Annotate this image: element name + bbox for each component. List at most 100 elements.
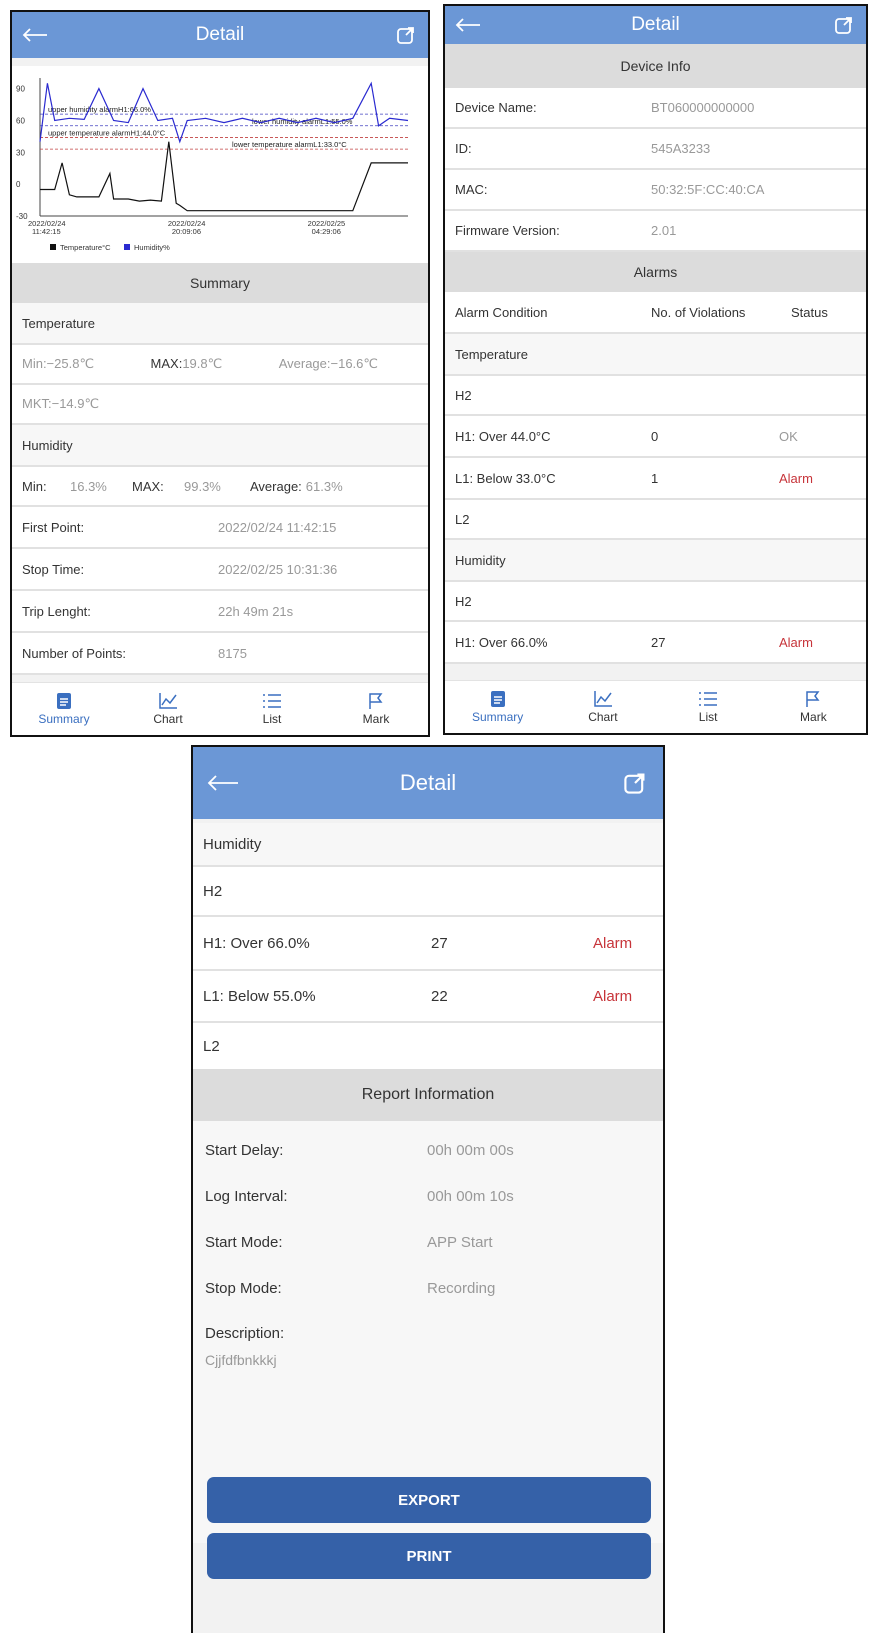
y-tick-label: 60 [16, 116, 25, 125]
temp-l1-row: L1: Below 33.0°C 1 Alarm [445, 458, 866, 500]
info-row-first-point: First Point: 2022/02/24 11:42:15 [12, 507, 428, 549]
top-bar: Detail [193, 747, 663, 819]
alarm-count: 22 [431, 987, 448, 1005]
y-tick-label: 30 [16, 148, 25, 157]
temp-h2-row: H2 [445, 376, 866, 416]
col-status: Status [791, 304, 828, 320]
alarm-threshold-label: upper temperature alarmH1:44.0°C [48, 128, 166, 137]
report-screen: Detail Humidity H2 H1: Over 66.0% 27 Ala… [191, 745, 665, 1633]
alarm-condition: H1: Over 66.0% [203, 934, 310, 952]
device-row-id: ID: 545A3233 [445, 129, 866, 170]
legend-humidity-label: Humidity% [134, 243, 170, 252]
info-value: 8175 [218, 645, 247, 661]
humidity-header: Humidity [12, 425, 428, 467]
description-label: Description: [205, 1325, 285, 1342]
list-icon [263, 694, 281, 708]
legend-humidity-swatch [124, 244, 130, 250]
temperature-stats-row: Min:−25.8℃ MAX:19.8℃ Average:−16.6℃ [12, 345, 428, 385]
device-value: 50:32:5F:CC:40:CA [651, 182, 765, 197]
nav-chart[interactable]: Chart [550, 681, 655, 733]
hum-l1-row: L1: Below 55.0% 22 Alarm [193, 971, 663, 1023]
alarms-header: Alarms [445, 252, 866, 292]
nav-mark[interactable]: Mark [761, 681, 866, 733]
report-label: Log Interval: [205, 1187, 288, 1205]
temperature-humidity-chart[interactable]: 90 60 30 0 -30 2022/02/24 11:42:15 2022/02/24 20… [12, 66, 428, 263]
x-tick-time: 20:09:06 [172, 227, 201, 236]
device-label: Firmware Version: [455, 223, 560, 238]
col-alarm-condition: Alarm Condition [455, 304, 548, 320]
device-value: BT060000000000 [651, 100, 755, 115]
temp-max: MAX:19.8℃ [151, 356, 223, 372]
alarm-count: 27 [651, 634, 666, 650]
report-label: Start Mode: [205, 1233, 283, 1251]
y-tick-label: 0 [16, 180, 21, 189]
alarm-status: Alarm [779, 634, 813, 650]
alarm-condition: L1: Below 33.0°C [455, 470, 556, 486]
page-title: Detail [195, 24, 245, 45]
alarm-count: 1 [651, 470, 659, 486]
back-arrow-icon[interactable] [22, 12, 48, 58]
info-value: 2022/02/25 10:31:36 [218, 561, 338, 577]
bottom-nav: Summary Chart List Mark [445, 680, 866, 733]
nav-summary[interactable]: Summary [12, 683, 116, 735]
page-title: Detail [399, 770, 457, 795]
nav-list[interactable]: List [220, 683, 324, 735]
alarm-status: Alarm [593, 987, 633, 1005]
device-row-mac: MAC: 50:32:5F:CC:40:CA [445, 170, 866, 211]
temp-max-label: MAX: [150, 356, 183, 371]
summary-icon [57, 693, 71, 709]
nav-chart[interactable]: Chart [116, 683, 220, 735]
hum-h1-row: H1: Over 66.0% 27 Alarm [445, 622, 866, 664]
chart-icon [159, 693, 177, 709]
hum-min-label: Min: [22, 478, 47, 494]
description-value: Cjjfdfbnkkkj [205, 1352, 277, 1368]
nav-summary-label: Summary [471, 710, 524, 724]
back-arrow-icon[interactable] [455, 6, 481, 44]
temp-h2-label: H2 [455, 387, 472, 403]
back-arrow-icon[interactable] [207, 747, 239, 819]
print-button[interactable]: PRINT [207, 1533, 651, 1579]
export-button[interactable]: EXPORT [207, 1477, 651, 1523]
nav-list-label: List [262, 712, 282, 726]
temp-average: Average:−16.6℃ [278, 356, 378, 371]
alarm-condition: H1: Over 66.0% [455, 634, 548, 650]
summary-header: Summary [12, 263, 428, 303]
temperature-header-label: Temperature [455, 346, 528, 362]
device-value: 545A3233 [651, 141, 711, 156]
alarm-count: 27 [431, 934, 448, 952]
report-row-log-interval: Log Interval: 00h 00m 10s [193, 1173, 663, 1219]
humidity-stats-row: Min: 16.3% MAX: 99.3% Average: 61.3% [12, 467, 428, 507]
x-tick-time: 11:42:15 [32, 227, 61, 236]
temp-min: Min:−25.8℃ [22, 356, 95, 371]
hum-h2-label: H2 [455, 593, 472, 609]
flag-icon [806, 691, 820, 707]
temperature-header: Temperature [12, 303, 428, 345]
info-row-number-of-points: Number of Points: 8175 [12, 633, 428, 675]
device-value: 2.01 [651, 223, 677, 238]
nav-summary[interactable]: Summary [445, 681, 550, 733]
report-value: APP Start [427, 1233, 493, 1251]
report-value: 00h 00m 00s [427, 1141, 514, 1159]
nav-mark-label: Mark [800, 710, 827, 724]
share-icon[interactable] [396, 12, 416, 58]
legend-temperature-label: Temperature°C [60, 243, 111, 252]
device-row-name: Device Name: BT060000000000 [445, 88, 866, 129]
flag-icon [369, 693, 383, 709]
page-title: Detail [631, 14, 680, 35]
hum-h2-row: H2 [445, 582, 866, 622]
share-icon[interactable] [834, 6, 854, 44]
share-icon[interactable] [623, 747, 647, 819]
device-label: ID: [455, 141, 472, 156]
report-value: Recording [427, 1279, 496, 1297]
nav-mark[interactable]: Mark [324, 683, 428, 735]
info-value: 22h 49m 21s [218, 603, 294, 619]
device-info-header: Device Info [445, 44, 866, 88]
temperature-header-label: Temperature [22, 315, 95, 331]
info-label: Number of Points: [22, 645, 127, 661]
alarm-columns-row: Alarm Condition No. of Violations Status [445, 292, 866, 334]
x-tick-time: 04:29:06 [312, 227, 341, 236]
nav-list[interactable]: List [656, 681, 761, 733]
report-row-start-mode: Start Mode: APP Start [193, 1219, 663, 1265]
nav-chart-label: Chart [588, 710, 618, 724]
y-tick-label: -30 [16, 212, 28, 221]
